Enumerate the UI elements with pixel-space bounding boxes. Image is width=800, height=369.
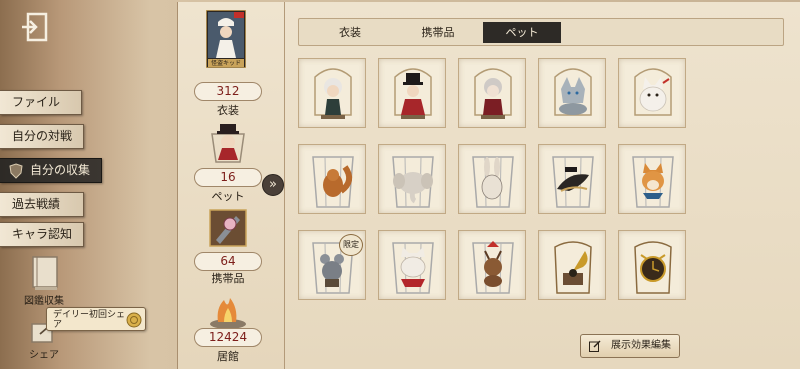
tab-costume-label: 衣装 bbox=[339, 26, 361, 39]
nav-character-recognition[interactable]: キャラ認知 bbox=[0, 222, 84, 247]
nav-past-records[interactable]: 過去戦績 bbox=[0, 192, 84, 217]
limited-badge: 限定 bbox=[339, 234, 363, 256]
tab-pet-label: ペット bbox=[505, 26, 539, 39]
share-tooltip: デイリー初回シェア bbox=[46, 307, 146, 331]
nav-file-label: ファイル bbox=[12, 95, 61, 109]
nav-my-matches[interactable]: 自分の対戦 bbox=[0, 124, 84, 149]
pet-golden-clock-icon bbox=[634, 241, 672, 294]
tab-items[interactable]: 携帯品 bbox=[399, 22, 477, 43]
double-chevron-right-icon: » bbox=[269, 177, 277, 192]
pet-gramophone-icon bbox=[554, 241, 592, 294]
pet-slot[interactable] bbox=[458, 144, 526, 214]
share-tooltip-text: デイリー初回シェア bbox=[53, 310, 126, 330]
pet-slot[interactable] bbox=[618, 230, 686, 300]
pet-thumbnail-icon[interactable] bbox=[206, 120, 250, 164]
nav-my-collection[interactable]: 自分の収集 bbox=[0, 158, 102, 183]
tab-pet[interactable]: ペット bbox=[483, 22, 561, 43]
reward-coin-icon bbox=[126, 312, 142, 328]
pet-slot[interactable] bbox=[458, 230, 526, 300]
pet-silver-doll-icon bbox=[474, 68, 512, 119]
pet-slot[interactable] bbox=[538, 144, 606, 214]
encyclopedia-label: 図鑑収集 bbox=[24, 296, 64, 307]
category-tabbar: 衣装 携帯品 ペット bbox=[298, 18, 784, 46]
pet-slot[interactable] bbox=[538, 230, 606, 300]
residence-label: 居館 bbox=[217, 350, 239, 363]
nav-my-matches-label: 自分の対戦 bbox=[12, 129, 73, 143]
pet-slot[interactable] bbox=[458, 58, 526, 128]
item-thumbnail-icon[interactable] bbox=[206, 206, 250, 250]
pet-slot[interactable] bbox=[298, 144, 366, 214]
pet-white-cat-icon bbox=[392, 242, 434, 294]
pet-slot[interactable] bbox=[618, 58, 686, 128]
pet-white-haired-doll-icon bbox=[314, 68, 352, 119]
pet-white-fox-icon bbox=[634, 68, 672, 116]
nav-my-collection-label: 自分の収集 bbox=[30, 163, 91, 177]
pet-shiba-dog-icon bbox=[632, 156, 674, 208]
pet-slot[interactable] bbox=[378, 58, 446, 128]
pet-slot[interactable] bbox=[378, 144, 446, 214]
nav-file[interactable]: ファイル bbox=[0, 90, 82, 115]
pet-reindeer-icon bbox=[472, 241, 514, 294]
pet-slot[interactable]: 限定 bbox=[298, 230, 366, 300]
item-count: 64 bbox=[194, 252, 262, 271]
pet-crow-icon bbox=[552, 156, 594, 208]
edit-display-effect-button[interactable]: 展示効果編集 bbox=[580, 334, 680, 358]
pet-count: 16 bbox=[194, 168, 262, 187]
expand-arrow-button[interactable]: » bbox=[262, 174, 284, 196]
pet-slot[interactable] bbox=[378, 230, 446, 300]
pet-top-hat-doll-icon bbox=[394, 68, 432, 119]
pet-squirrel-icon bbox=[312, 156, 354, 208]
shield-icon bbox=[9, 163, 23, 179]
pet-elephant-icon bbox=[392, 156, 434, 208]
costume-card-caption: 怪盗キッド bbox=[210, 60, 241, 67]
share-label: シェア bbox=[29, 350, 59, 361]
exit-icon[interactable] bbox=[20, 10, 54, 44]
residence-thumbnail-icon[interactable] bbox=[206, 288, 250, 332]
costume-count: 312 bbox=[194, 82, 262, 101]
pet-rabbit-icon bbox=[472, 156, 514, 208]
pet-slot[interactable] bbox=[618, 144, 686, 214]
pet-slot[interactable] bbox=[538, 58, 606, 128]
item-label: 携帯品 bbox=[211, 272, 245, 285]
tab-costume[interactable]: 衣装 bbox=[311, 22, 389, 43]
tab-items-label: 携帯品 bbox=[421, 26, 455, 39]
residence-count: 12424 bbox=[194, 328, 262, 347]
encyclopedia-book-icon[interactable] bbox=[30, 255, 60, 291]
nav-past-records-label: 過去戦績 bbox=[12, 197, 61, 211]
nav-character-recognition-label: キャラ認知 bbox=[12, 227, 73, 241]
edit-display-effect-label: 展示効果編集 bbox=[611, 340, 671, 351]
pet-slot[interactable] bbox=[298, 58, 366, 128]
pet-silver-wolf-icon bbox=[554, 68, 592, 116]
limited-badge-label: 限定 bbox=[343, 240, 359, 249]
costume-label: 衣装 bbox=[217, 104, 239, 117]
edit-pencil-icon bbox=[589, 340, 601, 352]
